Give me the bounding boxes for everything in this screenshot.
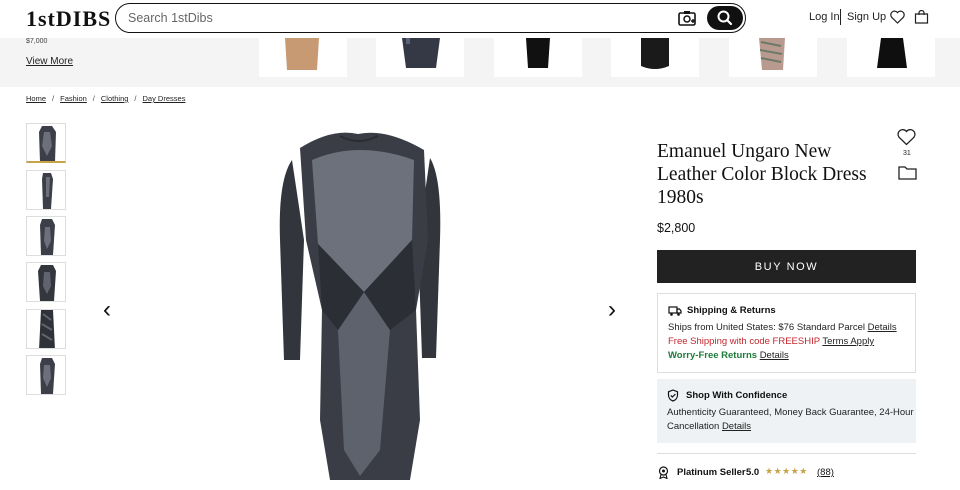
recommended-item[interactable]	[729, 38, 817, 77]
breadcrumb-fashion[interactable]: Fashion	[60, 94, 87, 103]
search-input[interactable]	[128, 9, 668, 27]
recommended-item[interactable]	[376, 38, 464, 77]
breadcrumb-separator: /	[92, 94, 95, 103]
recommended-price: $7,000	[26, 38, 48, 45]
signup-link[interactable]: Sign Up	[847, 11, 886, 23]
returns-details-link[interactable]: Details	[760, 350, 789, 361]
dress-detail-thumbnail	[39, 310, 55, 348]
breadcrumb-clothing[interactable]: Clothing	[101, 94, 129, 103]
free-shipping-text: Free Shipping with code FREESHIP	[668, 336, 820, 347]
search-bar	[115, 3, 746, 33]
shipping-origin-line: Ships from United States: $76 Standard P…	[668, 322, 897, 333]
confidence-text-line2: Cancellation Details	[667, 421, 751, 432]
camera-search-icon[interactable]	[678, 10, 696, 26]
seller-rating: 5.0	[746, 467, 760, 478]
gallery-thumbnail[interactable]	[26, 170, 66, 210]
dark-top-thumbnail	[402, 38, 440, 68]
gallery-thumbnail[interactable]	[26, 216, 66, 256]
shipping-title: Shipping & Returns	[687, 305, 776, 316]
black-dress-thumbnail	[641, 38, 669, 69]
buy-now-button[interactable]: BUY NOW	[657, 250, 916, 283]
next-image-arrow-icon[interactable]: ›	[608, 296, 616, 324]
confidence-box: Shop With Confidence Authenticity Guaran…	[657, 379, 916, 443]
seller-badge-icon	[658, 466, 669, 484]
section-divider	[657, 453, 916, 454]
gallery-thumbnail[interactable]	[26, 309, 66, 349]
confidence-text-cancellation: Cancellation	[667, 421, 720, 432]
favorite-count: 31	[903, 150, 911, 157]
main-product-image	[240, 120, 500, 485]
view-more-link[interactable]: View More	[26, 56, 73, 67]
folder-icon[interactable]	[898, 164, 917, 185]
previous-image-arrow-icon[interactable]: ‹	[103, 296, 111, 324]
search-button[interactable]	[707, 6, 743, 30]
dress-angle-thumbnail	[40, 219, 55, 255]
dress-full-thumbnail	[40, 358, 55, 394]
leather-dress-image	[279, 132, 441, 480]
favorite-heart-icon[interactable]	[897, 128, 916, 151]
login-link[interactable]: Log In	[809, 11, 840, 23]
gallery-thumbnail[interactable]	[26, 123, 66, 163]
search-icon	[717, 10, 733, 26]
recommended-item[interactable]	[611, 38, 699, 77]
seller-stars: ★★★★★	[765, 466, 808, 476]
seller-reviews-link[interactable]: (88)	[817, 467, 834, 478]
dress-side-thumbnail	[42, 173, 53, 209]
favorites-heart-icon[interactable]	[890, 10, 905, 29]
dress-front-thumbnail	[39, 126, 56, 161]
shipping-returns-box: Shipping & Returns Ships from United Sta…	[657, 293, 916, 373]
recommended-item[interactable]	[494, 38, 582, 77]
breadcrumb-day-dresses[interactable]: Day Dresses	[143, 94, 186, 103]
gallery-thumbnail[interactable]	[26, 355, 66, 395]
breadcrumb-separator: /	[134, 94, 137, 103]
seller-tier: Platinum Seller	[677, 467, 746, 478]
tan-dress-thumbnail	[285, 38, 319, 70]
site-logo[interactable]: 1stDIBS	[26, 6, 111, 32]
site-header: 1stDIBS Log In Sign Up	[0, 0, 960, 38]
recommended-item[interactable]	[847, 38, 935, 77]
truck-icon	[668, 304, 682, 322]
terms-apply-link[interactable]: Terms Apply	[822, 336, 874, 347]
breadcrumb: Home / Fashion / Clothing / Day Dresses	[26, 94, 185, 103]
black-gown-thumbnail	[877, 38, 907, 68]
confidence-title: Shop With Confidence	[686, 390, 788, 401]
breadcrumb-home[interactable]: Home	[26, 94, 46, 103]
returns-text: Worry-Free Returns	[668, 350, 758, 361]
breadcrumb-separator: /	[52, 94, 55, 103]
shopping-bag-icon[interactable]	[914, 9, 929, 29]
nav-divider	[840, 9, 841, 25]
product-title: Emanuel Ungaro New Leather Color Block D…	[657, 141, 867, 208]
shield-check-icon	[667, 389, 679, 407]
shipping-origin-text: Ships from United States: $76 Standard P…	[668, 322, 865, 333]
returns-line: Worry-Free Returns Details	[668, 350, 789, 361]
confidence-text-line1: Authenticity Guaranteed, Money Back Guar…	[667, 407, 914, 418]
recommended-strip: $7,000 View More	[0, 38, 960, 87]
patterned-dress-thumbnail	[759, 38, 785, 70]
dress-back-thumbnail	[38, 265, 56, 301]
product-price: $2,800	[657, 221, 696, 235]
recommended-item[interactable]	[259, 38, 347, 77]
black-skirt-thumbnail	[526, 38, 550, 68]
confidence-details-link[interactable]: Details	[722, 421, 751, 432]
free-shipping-line: Free Shipping with code FREESHIP Terms A…	[668, 336, 874, 347]
shipping-details-link[interactable]: Details	[868, 322, 897, 333]
gallery-thumbnail[interactable]	[26, 262, 66, 302]
